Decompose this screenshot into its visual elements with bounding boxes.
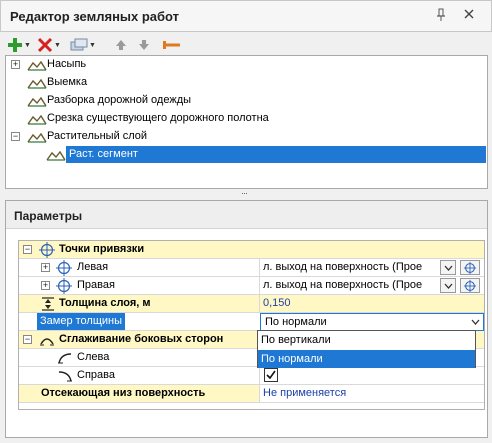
dropdown-button[interactable] bbox=[440, 260, 456, 275]
category-anchor-points[interactable]: − Точки привязки bbox=[19, 241, 484, 259]
add-button[interactable]: ▼ bbox=[7, 36, 31, 54]
property-label: Справа bbox=[77, 369, 115, 381]
chevron-down-icon: ▼ bbox=[54, 41, 61, 49]
earthwork-icon bbox=[27, 132, 47, 143]
property-label: Замер толщины bbox=[37, 313, 126, 330]
collapse-icon[interactable]: − bbox=[23, 335, 32, 344]
thickness-icon bbox=[42, 297, 54, 311]
expand-icon[interactable]: + bbox=[11, 60, 20, 69]
smooth-left-icon bbox=[58, 353, 72, 364]
tree-item-label: Срезка существующего дорожного полотна bbox=[47, 112, 269, 124]
parameters-title: Параметры bbox=[14, 209, 83, 223]
smooth-right-checkbox[interactable] bbox=[264, 368, 278, 382]
chevron-down-icon bbox=[444, 283, 452, 289]
crosshair-icon bbox=[39, 242, 55, 258]
delete-button[interactable]: ▼ bbox=[37, 36, 61, 54]
property-cutoff-surface[interactable]: Отсекающая низ поверхность Не применяетс… bbox=[19, 385, 484, 403]
parameters-header: Параметры bbox=[6, 201, 487, 229]
earthwork-icon bbox=[27, 114, 47, 125]
earthwork-tree: + Насыпь Выемка Разборка дорожной одежды… bbox=[5, 55, 488, 189]
crosshair-icon bbox=[56, 260, 72, 276]
segment-tool-button[interactable] bbox=[162, 36, 182, 54]
property-label: Левая bbox=[77, 261, 109, 273]
earthwork-icon bbox=[46, 150, 66, 161]
property-grid: − Точки привязки + Левая л. выход на пов… bbox=[18, 240, 485, 410]
plus-icon bbox=[8, 38, 22, 52]
tree-item-excavation[interactable]: Выемка bbox=[6, 74, 487, 92]
property-label: Правая bbox=[77, 279, 115, 291]
property-left[interactable]: + Левая л. выход на поверхность (Прое bbox=[19, 259, 484, 277]
property-value bbox=[259, 367, 484, 384]
move-down-button[interactable] bbox=[137, 36, 151, 54]
dropdown-option-vertical[interactable]: По вертикали bbox=[258, 331, 475, 349]
close-icon[interactable] bbox=[461, 6, 477, 22]
collapse-icon[interactable]: − bbox=[11, 132, 20, 141]
property-value[interactable]: л. выход на поверхность (Прое bbox=[259, 259, 439, 276]
property-label: Слева bbox=[77, 351, 110, 363]
pick-point-button[interactable] bbox=[460, 278, 480, 293]
move-up-button[interactable] bbox=[114, 36, 128, 54]
tree-item-topsoil-segment[interactable]: Раст. сегмент bbox=[6, 146, 487, 164]
property-layer-thickness[interactable]: Толщина слоя, м 0,150 bbox=[19, 295, 484, 313]
category-label: Сглаживание боковых сторон bbox=[59, 333, 224, 345]
select-value: По нормали bbox=[265, 316, 327, 328]
property-label: Толщина слоя, м bbox=[59, 297, 151, 309]
thickness-measure-dropdown: По вертикали По нормали bbox=[257, 330, 476, 368]
expand-icon[interactable]: + bbox=[41, 263, 50, 272]
window-title: Редактор земляных работ bbox=[10, 9, 180, 24]
tree-item-label: Растительный слой bbox=[47, 130, 148, 142]
chevron-down-icon bbox=[444, 265, 452, 271]
window-titlebar: Редактор земляных работ bbox=[0, 0, 492, 32]
arrow-down-icon bbox=[139, 40, 149, 50]
smoothing-icon bbox=[40, 338, 54, 346]
property-right[interactable]: + Правая л. выход на поверхность (Прое bbox=[19, 277, 484, 295]
tree-item-label: Выемка bbox=[47, 76, 88, 88]
tree-item-label: Раст. сегмент bbox=[66, 146, 486, 163]
earthwork-icon bbox=[27, 96, 47, 107]
dropdown-button[interactable] bbox=[440, 278, 456, 293]
checkmark-icon bbox=[266, 370, 276, 380]
crosshair-icon bbox=[56, 278, 72, 294]
tree-item-road-cutting[interactable]: Срезка существующего дорожного полотна bbox=[6, 110, 487, 128]
layer-options-button[interactable]: ▼ bbox=[70, 36, 96, 54]
arrow-up-icon bbox=[116, 40, 126, 50]
dropdown-option-normal[interactable]: По нормали bbox=[258, 350, 475, 368]
layers-icon bbox=[70, 38, 88, 51]
property-value[interactable]: Не применяется bbox=[259, 385, 484, 402]
property-thickness-measure[interactable]: Замер толщины По нормали bbox=[19, 313, 484, 331]
earthwork-icon bbox=[27, 78, 47, 89]
thickness-measure-select[interactable]: По нормали bbox=[260, 313, 484, 331]
chevron-down-icon: ▼ bbox=[89, 41, 96, 49]
tree-item-pavement-removal[interactable]: Разборка дорожной одежды bbox=[6, 92, 487, 110]
chevron-down-icon[interactable] bbox=[468, 315, 482, 329]
toolbar: ▼ ▼ ▼ bbox=[4, 34, 488, 56]
smooth-right-icon bbox=[58, 371, 72, 382]
collapse-icon[interactable]: − bbox=[23, 245, 32, 254]
tree-item-label: Насыпь bbox=[47, 58, 87, 70]
pick-point-button[interactable] bbox=[460, 260, 480, 275]
delete-icon bbox=[37, 37, 53, 53]
tree-item-embankment[interactable]: + Насыпь bbox=[6, 56, 487, 74]
panel-splitter[interactable]: ··· bbox=[241, 189, 251, 198]
tree-item-topsoil[interactable]: − Растительный слой bbox=[6, 128, 487, 146]
property-smooth-right[interactable]: Справа bbox=[19, 367, 484, 385]
category-label: Точки привязки bbox=[59, 243, 145, 255]
crosshair-icon bbox=[463, 261, 477, 274]
property-label: Отсекающая низ поверхность bbox=[41, 387, 206, 399]
crosshair-icon bbox=[463, 279, 477, 292]
property-value[interactable]: л. выход на поверхность (Прое bbox=[259, 277, 439, 294]
parameters-panel: Параметры − Точки привязки + Левая л. вы… bbox=[5, 200, 488, 438]
pin-icon[interactable] bbox=[434, 7, 448, 23]
chevron-down-icon: ▼ bbox=[24, 41, 31, 49]
earthwork-icon bbox=[27, 60, 47, 71]
expand-icon[interactable]: + bbox=[41, 281, 50, 290]
property-value[interactable]: 0,150 bbox=[259, 295, 484, 312]
tree-item-label: Разборка дорожной одежды bbox=[47, 94, 192, 106]
segment-icon bbox=[163, 41, 180, 49]
